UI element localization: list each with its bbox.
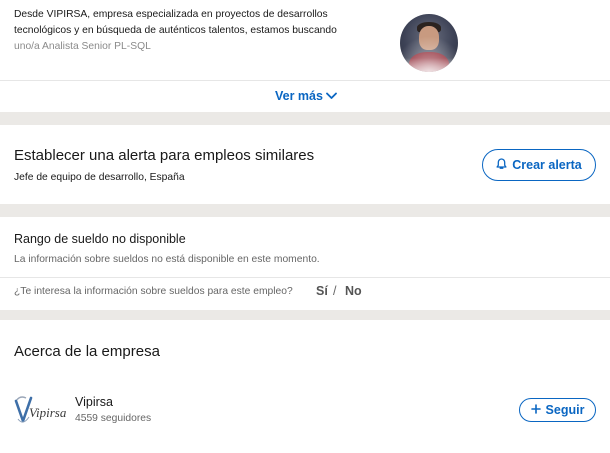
follow-company-button[interactable]: Seguir — [519, 398, 596, 422]
see-more-label: Ver más — [275, 89, 323, 103]
company-section-heading: Acerca de la empresa — [14, 343, 160, 360]
alert-title: Establecer una alerta para empleos simil… — [14, 147, 315, 164]
divider — [0, 277, 610, 278]
create-alert-label: Crear alerta — [512, 158, 582, 172]
salary-title: Rango de sueldo no disponible — [14, 232, 186, 246]
chevron-down-icon — [326, 89, 337, 103]
follow-label: Seguir — [545, 403, 585, 417]
job-description-card: Desde VIPIRSA, empresa especializada en … — [0, 0, 610, 112]
company-logo-wordmark: Vipirsa — [29, 405, 67, 420]
company-card: Acerca de la empresa Vipirsa Vipirsa 455… — [0, 320, 610, 453]
salary-card: Rango de sueldo no disponible La informa… — [0, 217, 610, 310]
salary-no-button[interactable]: No — [345, 284, 362, 298]
company-name-link[interactable]: Vipirsa — [75, 395, 113, 409]
company-logo[interactable]: Vipirsa — [14, 393, 72, 427]
alert-subtitle: Jefe de equipo de desarrollo, España — [14, 172, 185, 183]
see-more-button[interactable]: Ver más — [275, 89, 337, 103]
plus-icon — [530, 403, 541, 417]
bell-icon — [496, 157, 507, 173]
salary-note: La información sobre sueldos no está dis… — [14, 254, 320, 265]
salary-feedback-question: ¿Te interesa la información sobre sueldo… — [14, 286, 293, 297]
company-followers: 4559 seguidores — [75, 413, 152, 424]
description-line: tecnológicos y en búsqueda de auténticos… — [14, 25, 337, 36]
salary-yes-button[interactable]: Sí — [316, 284, 328, 298]
job-description-text: Desde VIPIRSA, empresa especializada en … — [14, 7, 376, 55]
divider — [0, 80, 610, 81]
create-alert-button[interactable]: Crear alerta — [482, 149, 596, 181]
answer-separator: / — [333, 284, 337, 298]
description-line: uno/a Analista Senior PL-SQL — [14, 41, 151, 52]
job-alert-card: Establecer una alerta para empleos simil… — [0, 125, 610, 204]
description-fade — [0, 58, 610, 80]
description-line: Desde VIPIRSA, empresa especializada en … — [14, 9, 328, 20]
